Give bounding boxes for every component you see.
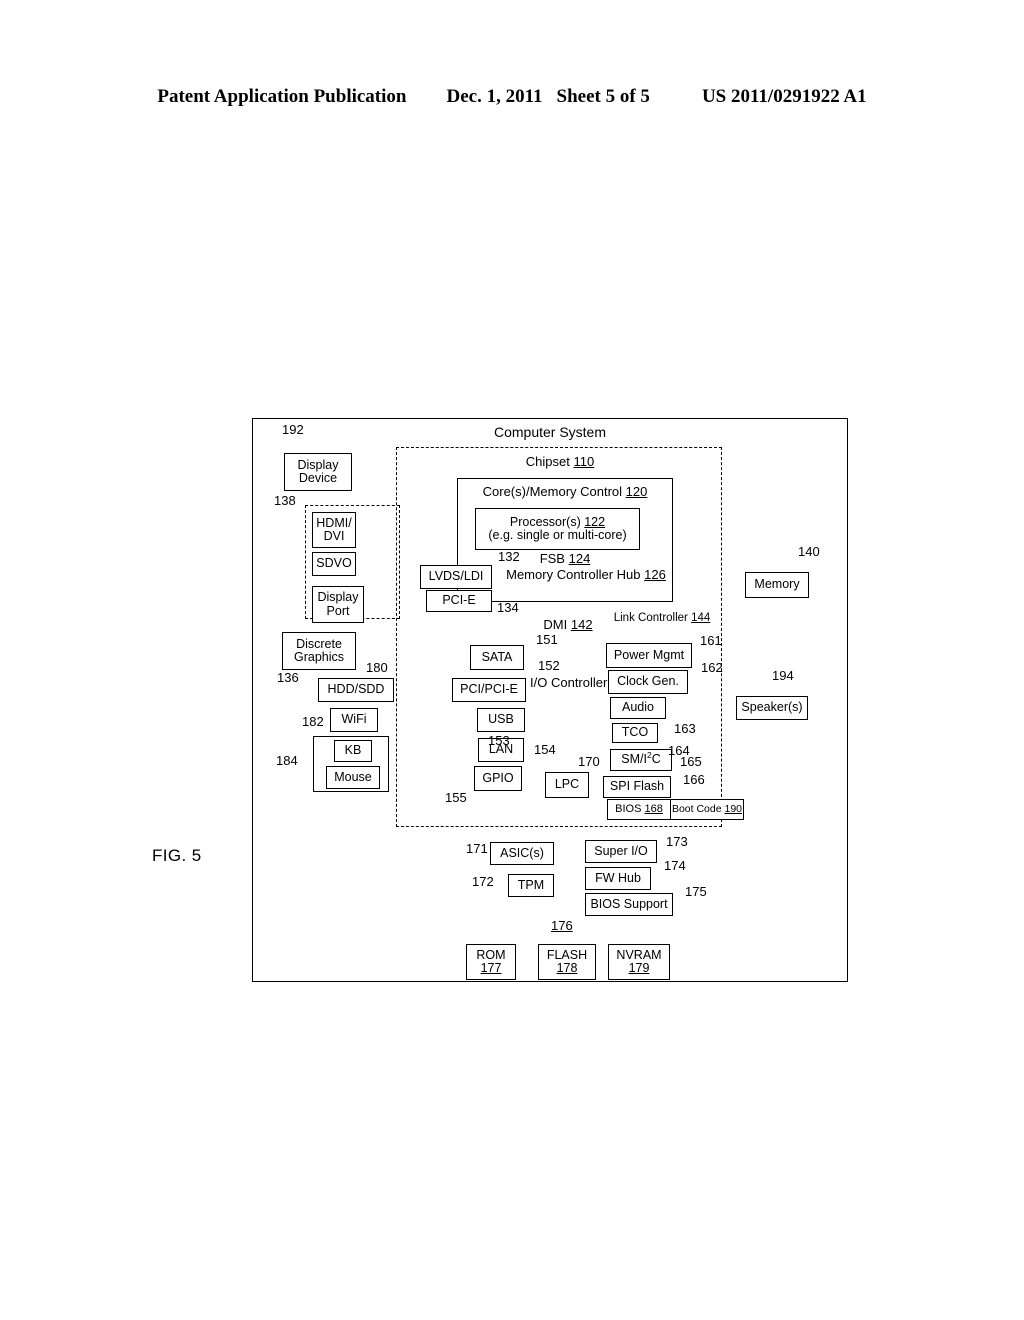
- fsb-label: FSB 124: [539, 551, 591, 566]
- ref-155: 155: [445, 790, 467, 805]
- fw-hub-block[interactable]: FW Hub: [585, 867, 651, 890]
- pci-pcie-block[interactable]: PCI/PCI-E: [452, 678, 526, 702]
- ref-154: 154: [534, 742, 556, 757]
- discrete-graphics-block[interactable]: Discrete Graphics: [282, 632, 356, 670]
- ref-138: 138: [274, 493, 296, 508]
- spi-flash-block[interactable]: SPI Flash: [603, 776, 671, 798]
- clock-gen-block[interactable]: Clock Gen.: [608, 670, 688, 694]
- flash-block[interactable]: FLASH 178: [538, 944, 596, 980]
- audio-block[interactable]: Audio: [610, 697, 666, 719]
- ref-175: 175: [685, 884, 707, 899]
- power-mgmt-block[interactable]: Power Mgmt: [606, 643, 692, 668]
- gpio-block[interactable]: GPIO: [474, 766, 522, 791]
- dmi-label: DMI 142: [543, 617, 593, 632]
- ref-132: 132: [498, 549, 520, 564]
- usb-block[interactable]: USB: [477, 708, 525, 732]
- display-port-block[interactable]: Display Port: [312, 586, 364, 623]
- super-io-block[interactable]: Super I/O: [585, 840, 657, 863]
- memory-block[interactable]: Memory: [745, 572, 809, 598]
- link-controller-label: Link Controller 144: [613, 612, 711, 624]
- ref-163: 163: [674, 721, 696, 736]
- ref-171: 171: [466, 841, 488, 856]
- ref-173: 173: [666, 834, 688, 849]
- core-memory-control-title: Core(s)/Memory Control 120: [482, 484, 648, 499]
- lvds-ldi-block[interactable]: LVDS/LDI: [420, 565, 492, 589]
- ref-180: 180: [366, 660, 388, 675]
- computer-system-title: Computer System: [493, 424, 607, 440]
- wifi-block[interactable]: WiFi: [330, 708, 378, 732]
- nvram-block[interactable]: NVRAM 179: [608, 944, 670, 980]
- sata-block[interactable]: SATA: [470, 645, 524, 670]
- bios-block[interactable]: BIOS 168: [607, 799, 671, 820]
- ref-151: 151: [536, 632, 558, 647]
- keyboard-block[interactable]: KB: [334, 740, 372, 762]
- ref-172: 172: [472, 874, 494, 889]
- ref-152: 152: [538, 658, 560, 673]
- ref-170: 170: [578, 754, 600, 769]
- speakers-block[interactable]: Speaker(s): [736, 696, 808, 720]
- ref-161: 161: [700, 633, 722, 648]
- ref-134: 134: [497, 600, 519, 615]
- processors-block[interactable]: Processor(s) 122 (e.g. single or multi-c…: [475, 508, 640, 550]
- display-device-block[interactable]: Display Device: [284, 453, 352, 491]
- boot-code-block[interactable]: Boot Code 190: [670, 799, 744, 820]
- ref-182: 182: [302, 714, 324, 729]
- asics-block[interactable]: ASIC(s): [490, 842, 554, 865]
- ref-162: 162: [701, 660, 723, 675]
- bios-support-block[interactable]: BIOS Support: [585, 893, 673, 916]
- lpc-block[interactable]: LPC: [545, 772, 589, 798]
- chipset-title: Chipset 110: [525, 454, 595, 469]
- ref-165: 165: [680, 754, 702, 769]
- rom-block[interactable]: ROM 177: [466, 944, 516, 980]
- pci-e-block[interactable]: PCI-E: [426, 590, 492, 612]
- hdmi-dvi-block[interactable]: HDMI/ DVI: [312, 512, 356, 548]
- ref-184: 184: [276, 753, 298, 768]
- chipset-boundary: [396, 447, 722, 827]
- tpm-block[interactable]: TPM: [508, 874, 554, 897]
- ref-136: 136: [277, 670, 299, 685]
- tco-block[interactable]: TCO: [612, 723, 658, 743]
- ref-140: 140: [798, 544, 820, 559]
- memory-controller-hub-label: Memory Controller Hub 126: [506, 567, 666, 582]
- mouse-block[interactable]: Mouse: [326, 766, 380, 789]
- ref-174: 174: [664, 858, 686, 873]
- ref-192: 192: [282, 422, 304, 437]
- figure-diagram: Computer System Display Device 192 138 H…: [0, 0, 1024, 1320]
- ref-166: 166: [683, 772, 705, 787]
- ref-176: 176: [551, 918, 573, 933]
- sm-i2c-block[interactable]: SM/I2C: [610, 749, 672, 771]
- ref-153: 153: [488, 733, 510, 748]
- ref-194: 194: [772, 668, 794, 683]
- sdvo-block[interactable]: SDVO: [312, 552, 356, 576]
- hdd-sdd-block[interactable]: HDD/SDD: [318, 678, 394, 702]
- io-controller-hub-title: I/O Controller Hub 150: [530, 675, 660, 690]
